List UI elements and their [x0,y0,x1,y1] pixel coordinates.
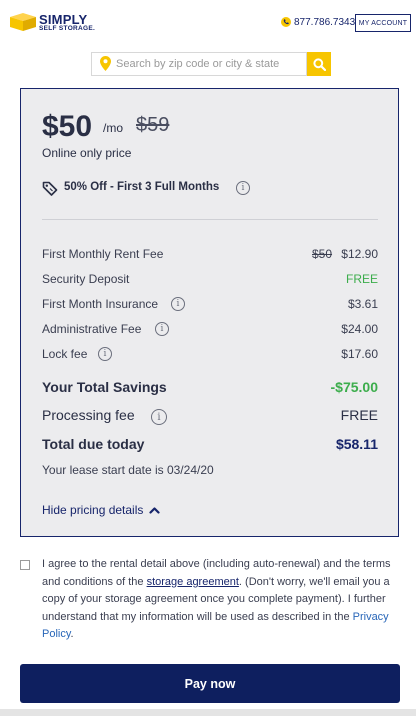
hide-pricing-label: Hide pricing details [42,503,144,517]
original-price: $59 [136,114,170,136]
fee-value-insurance: $3.61 [347,297,378,311]
fee-label-lock: Lock fee [42,347,88,361]
map-pin-icon [100,56,111,71]
logo-subtitle: SELF STORAGE. [39,25,96,32]
fee-label-admin: Administrative Fee [42,322,142,336]
pricing-divider [42,219,378,220]
my-account-button[interactable]: MY ACCOUNT [355,14,411,32]
savings-value: -$75.00 [330,379,378,395]
fee-label-security-deposit: Security Deposit [42,272,130,286]
monthly-price: $50 [42,110,93,143]
search-icon [312,57,326,71]
agreement-checkbox[interactable] [20,560,30,570]
hide-pricing-toggle[interactable]: Hide pricing details [42,503,160,517]
fee-old-first-rent: $50 [312,247,333,261]
fee-label-insurance: First Month Insurance [42,297,159,311]
total-due-value: $58.11 [335,436,378,452]
processing-fee-label: Processing fee [42,407,135,423]
fee-value-admin: $24.00 [341,322,378,336]
search-button[interactable] [307,52,331,76]
processing-fee-info-icon[interactable]: i [151,409,167,425]
lease-start-date: Your lease start date is 03/24/20 [42,463,214,477]
insurance-info-icon[interactable]: i [171,297,185,311]
bottom-bar [0,709,416,716]
agreement-text-part-3: . [70,628,74,640]
fee-value-security-deposit: FREE [345,272,378,286]
promo-info-icon[interactable]: i [236,181,250,195]
fee-label-first-rent: First Monthly Rent Fee [42,247,164,261]
admin-fee-info-icon[interactable]: i [155,322,169,336]
simply-cube-logo-icon[interactable] [9,12,37,32]
savings-label: Your Total Savings [42,379,167,395]
phone-number-link[interactable]: 877.786.7343 [294,17,355,28]
chevron-up-icon [149,507,160,514]
total-due-label: Total due today [42,436,145,452]
promo-label: 50% Off - First 3 Full Months [64,181,220,193]
agreement-text: I agree to the rental detail above (incl… [42,556,394,644]
price-period: /mo [103,121,124,135]
tag-icon [42,181,58,196]
processing-fee-value: FREE [340,407,378,423]
fee-value-lock: $17.60 [341,347,378,361]
lock-fee-info-icon[interactable]: i [98,347,112,361]
phone-icon [281,17,291,27]
fee-value-first-rent: $12.90 [341,247,378,261]
storage-agreement-link[interactable]: storage agreement [147,576,239,588]
search-input[interactable] [116,53,304,75]
online-only-label: Online only price [42,146,132,160]
pay-now-button[interactable]: Pay now [20,664,400,703]
